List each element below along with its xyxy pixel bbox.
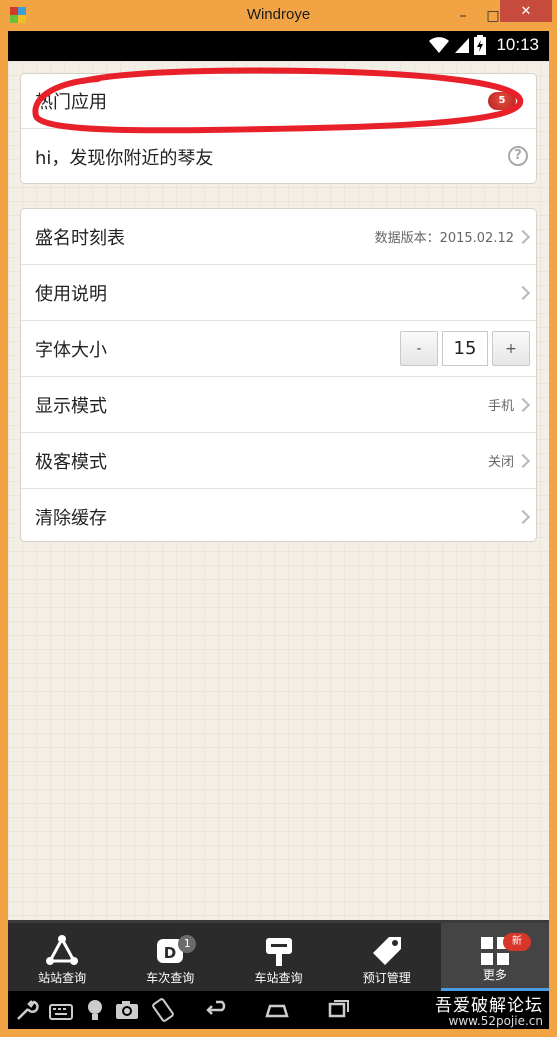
timetable-label: 盛名时刻表 xyxy=(35,227,125,249)
hot-apps-badge: 5 xyxy=(488,92,516,110)
tab-count-badge: 1 xyxy=(178,935,197,953)
featured-card: 热门应用 5 hi，发现你附近的琴友 ? xyxy=(20,73,537,184)
chevron-right-icon xyxy=(515,509,531,525)
clear-cache-row[interactable]: 清除缓存 xyxy=(21,489,536,541)
svg-text:D: D xyxy=(164,944,176,962)
recent-apps-icon[interactable] xyxy=(326,998,352,1022)
instructions-row[interactable]: 使用说明 xyxy=(21,265,536,321)
tab-station-search[interactable]: 车站查询 xyxy=(224,923,332,991)
keyboard-icon[interactable] xyxy=(48,998,74,1022)
geek-mode-value: 关闭 xyxy=(487,455,514,470)
wifi-icon xyxy=(429,37,450,53)
hot-apps-label: 热门应用 xyxy=(35,92,107,113)
forum-watermark: 吾爱破解论坛 www.52pojie.cn xyxy=(435,991,543,1028)
bulb-icon[interactable] xyxy=(82,998,108,1022)
display-mode-row[interactable]: 显示模式 手机 xyxy=(21,377,536,433)
tab-label: 站站查询 xyxy=(38,971,87,985)
watermark-url: www.52pojie.cn xyxy=(448,1014,543,1028)
tab-train-search[interactable]: D 1 车次查询 xyxy=(116,923,224,991)
timetable-row[interactable]: 盛名时刻表 数据版本：2015.02.12 xyxy=(21,209,536,265)
tab-booking-management[interactable]: 预订管理 xyxy=(333,923,441,991)
close-button[interactable]: ✕ xyxy=(500,0,552,22)
clear-cache-label: 清除缓存 xyxy=(35,508,107,529)
home-icon[interactable] xyxy=(264,998,290,1022)
help-icon[interactable]: ? xyxy=(508,146,528,166)
new-badge: 新 xyxy=(502,933,531,951)
camera-icon[interactable] xyxy=(114,998,140,1022)
display-mode-value: 手机 xyxy=(487,399,514,414)
settings-screen: 热门应用 5 hi，发现你附近的琴友 ? 盛名时刻表 数据版本：2015.02.… xyxy=(8,61,549,920)
chevron-right-icon xyxy=(515,453,531,468)
tab-station-to-station[interactable]: 站站查询 xyxy=(8,923,116,991)
status-bar: 10:13 xyxy=(8,31,549,61)
watermark-title: 吾爱破解论坛 xyxy=(435,996,543,1016)
nearby-friends-row[interactable]: hi，发现你附近的琴友 ? xyxy=(21,129,536,183)
signal-icon xyxy=(455,38,470,53)
font-size-increase-button[interactable]: + xyxy=(492,331,530,366)
font-size-row: 字体大小 - 15 + xyxy=(21,321,536,377)
font-size-stepper: - 15 + xyxy=(400,331,530,366)
font-size-value: 15 xyxy=(442,331,488,366)
tab-label: 预订管理 xyxy=(362,971,411,985)
geek-mode-row[interactable]: 极客模式 关闭 xyxy=(21,433,536,489)
wrench-icon[interactable] xyxy=(14,998,40,1022)
window-frame-right xyxy=(549,31,557,1037)
geek-mode-label: 极客模式 xyxy=(35,451,107,473)
tab-label: 车次查询 xyxy=(146,971,195,985)
android-nav-bar: 吾爱破解论坛 www.52pojie.cn xyxy=(8,991,549,1029)
tab-more[interactable]: 新 更多 xyxy=(440,923,550,991)
battery-icon xyxy=(474,35,487,55)
chevron-right-icon xyxy=(515,285,531,300)
data-version-value: 数据版本：2015.02.12 xyxy=(374,231,514,246)
window-titlebar: Windroye – □ ✕ xyxy=(0,0,557,31)
chevron-right-icon xyxy=(515,397,531,412)
window-frame-bottom xyxy=(0,1029,557,1037)
minimize-button[interactable]: – xyxy=(448,0,478,31)
instructions-label: 使用说明 xyxy=(35,283,107,305)
back-icon[interactable] xyxy=(204,998,230,1022)
window-frame-left xyxy=(0,31,8,1037)
triangle-route-icon xyxy=(46,935,79,965)
font-size-decrease-button[interactable]: - xyxy=(400,331,438,366)
station-sign-icon xyxy=(265,938,292,966)
tab-label: 车站查询 xyxy=(254,971,303,985)
nearby-friends-label: hi，发现你附近的琴友 xyxy=(35,147,214,169)
bottom-tab-bar: 站站查询 D 1 车次查询 车站查询 预订管理 新 更多 xyxy=(8,920,550,991)
status-time: 10:13 xyxy=(496,35,539,54)
hot-apps-row[interactable]: 热门应用 5 xyxy=(21,74,536,129)
chevron-right-icon xyxy=(515,229,531,244)
font-size-label: 字体大小 xyxy=(35,339,107,361)
settings-card: 盛名时刻表 数据版本：2015.02.12 使用说明 字体大小 - 15 + 显… xyxy=(20,208,537,542)
rotate-icon[interactable] xyxy=(150,998,176,1022)
tag-icon xyxy=(372,937,401,965)
display-mode-label: 显示模式 xyxy=(35,395,107,417)
